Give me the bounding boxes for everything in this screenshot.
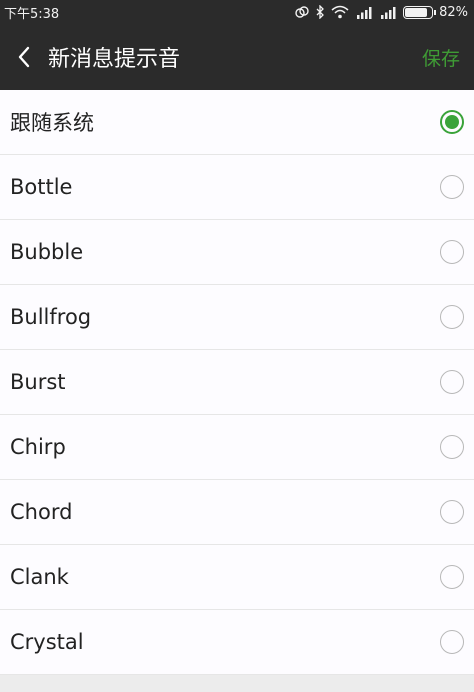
ringtone-option[interactable]: Chord [0,480,474,545]
ringtone-option[interactable]: Bullfrog [0,285,474,350]
save-button[interactable]: 保存 [412,24,474,90]
radio-unselected-icon[interactable] [440,240,464,264]
ringtone-option[interactable]: Burst [0,350,474,415]
ringtone-option-label: Bubble [10,240,84,264]
signal-icon [379,6,397,19]
ringtone-list: 跟随系统 Bottle Bubble Bullfrog Burst Chirp Chord C… [0,90,474,675]
ringtone-option-label: Chord [10,500,73,524]
signal-icon [355,6,373,19]
radio-selected-icon[interactable] [440,110,464,134]
battery-fill [405,7,428,17]
radio-unselected-icon[interactable] [440,565,464,589]
radio-unselected-icon[interactable] [440,305,464,329]
ringtone-option[interactable]: Chirp [0,415,474,480]
wifi-icon [331,5,349,19]
radio-dot [445,115,459,129]
nav-bar: 新消息提示音 保存 [0,24,474,90]
ringtone-option-label: Clank [10,565,69,589]
bluetooth-icon [315,5,325,19]
battery-icon [403,5,437,19]
chevron-left-icon [18,46,30,68]
ringtone-option[interactable]: Bubble [0,220,474,285]
ringtone-option-label: Bottle [10,175,73,199]
page-title: 新消息提示音 [48,47,181,72]
ringtone-option[interactable]: Crystal [0,610,474,675]
ringtone-option[interactable]: Bottle [0,155,474,220]
status-icons: 82% [295,5,468,20]
back-button[interactable] [2,24,46,90]
status-bar: 下午5:38 82% [0,0,474,24]
ringtone-option-label: 跟随系统 [10,111,94,135]
radio-unselected-icon[interactable] [440,175,464,199]
radio-unselected-icon[interactable] [440,370,464,394]
ringtone-option-label: Burst [10,370,66,394]
ringtone-option-label: Bullfrog [10,305,92,329]
ringtone-option[interactable]: Clank [0,545,474,610]
ringtone-option[interactable]: 跟随系统 [0,90,474,155]
status-time: 下午5:38 [4,6,60,22]
radio-unselected-icon[interactable] [440,630,464,654]
ringtone-option-label: Crystal [10,630,84,654]
ringtone-option-label: Chirp [10,435,66,459]
battery-percent: 82% [439,4,468,20]
radio-unselected-icon[interactable] [440,500,464,524]
sync-icon [295,5,309,19]
radio-unselected-icon[interactable] [440,435,464,459]
